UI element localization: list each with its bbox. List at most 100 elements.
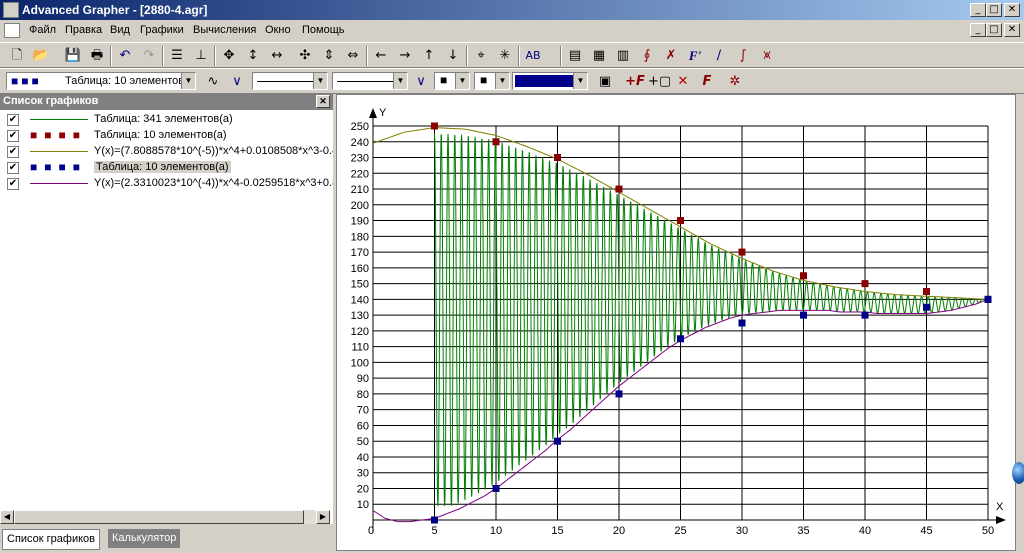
labels-icon[interactable]: AB bbox=[522, 46, 544, 66]
arrow-down-icon[interactable]: ↓ bbox=[442, 46, 464, 66]
v-shape-icon[interactable]: ∨ bbox=[226, 72, 248, 92]
new-icon[interactable]: 🗋 bbox=[6, 46, 28, 66]
menu-window[interactable]: Окно bbox=[265, 24, 291, 36]
roots-icon[interactable]: ∮ bbox=[636, 46, 658, 66]
delete-icon[interactable]: ✕ bbox=[672, 72, 694, 92]
derivative-icon[interactable]: F' bbox=[684, 46, 706, 66]
maximize-button[interactable]: □ bbox=[986, 3, 1002, 17]
intersections-icon[interactable]: ✗ bbox=[660, 46, 682, 66]
graph-list-item[interactable]: ✔ Таблица: 341 элементов(а) bbox=[0, 112, 333, 128]
stretch-vertical-icon[interactable]: ↕ bbox=[242, 46, 264, 66]
doc-close-button[interactable]: ✕ bbox=[1004, 23, 1020, 37]
graph-list-label: Таблица: 341 элементов(а) bbox=[94, 113, 233, 125]
graph-visible-checkbox[interactable]: ✔ bbox=[7, 146, 19, 158]
marker-size-combo[interactable]: ■ ▼ bbox=[474, 72, 510, 90]
graph-list-item[interactable]: ✔ ■■■■ Таблица: 10 элементов(а) bbox=[0, 160, 333, 176]
graph-list-item[interactable]: ✔ Y(x)=(7.8088578*10^(-5))*x^4+0.0108508*… bbox=[0, 144, 338, 160]
print-icon[interactable]: 🖶 bbox=[86, 46, 108, 66]
integral-icon[interactable]: ∫ bbox=[732, 46, 754, 66]
menu-view[interactable]: Вид bbox=[110, 24, 130, 36]
chevron-down-icon[interactable]: ▼ bbox=[573, 73, 587, 89]
sine-wave-icon[interactable]: ∿ bbox=[202, 72, 224, 92]
document-properties-icon[interactable]: ▤ bbox=[564, 46, 586, 66]
marker-combo[interactable]: ■ ▼ bbox=[434, 72, 470, 90]
open-icon[interactable]: 📂 bbox=[30, 46, 52, 66]
chevron-down-icon[interactable]: ▼ bbox=[313, 73, 327, 89]
app-icon[interactable] bbox=[3, 2, 19, 18]
graph-visible-checkbox[interactable]: ✔ bbox=[7, 130, 19, 142]
area-icon[interactable]: ⩙ bbox=[756, 46, 778, 66]
add-function-icon[interactable]: +F bbox=[624, 72, 646, 92]
menu-edit[interactable]: Правка bbox=[65, 24, 102, 36]
compress-vertical-icon[interactable]: ⇕ bbox=[318, 46, 340, 66]
tab-calculator[interactable]: Калькулятор bbox=[108, 529, 181, 548]
menu-calculations[interactable]: Вычисления bbox=[193, 24, 256, 36]
graph-list-label: Таблица: 10 элементов(а) bbox=[94, 129, 227, 141]
edit-function-icon[interactable]: F bbox=[696, 72, 718, 92]
list-icon[interactable]: ☰ bbox=[166, 46, 188, 66]
menu-graphs[interactable]: Графики bbox=[140, 24, 184, 36]
tab-graph-list[interactable]: Список графиков bbox=[2, 529, 100, 550]
minimize-button[interactable]: _ bbox=[970, 3, 986, 17]
data-point-marker bbox=[738, 319, 746, 327]
data-point-marker bbox=[554, 437, 561, 445]
zoom-in-icon[interactable]: ✣ bbox=[294, 46, 316, 66]
graph-list-item[interactable]: ✔ Y(x)=(2.3310023*10^(-4))*x^4-0.0259518*… bbox=[0, 176, 338, 192]
graph-visible-checkbox[interactable]: ✔ bbox=[7, 114, 19, 126]
v-shape-icon[interactable]: ∨ bbox=[410, 72, 432, 92]
properties-icon[interactable]: ▣ bbox=[594, 72, 616, 92]
trace-icon[interactable]: ✲ bbox=[724, 72, 746, 92]
x-tick-label: 10 bbox=[490, 525, 502, 537]
data-point-marker bbox=[800, 272, 807, 280]
globe-icon bbox=[1012, 462, 1024, 484]
x-tick-label: 0 bbox=[368, 525, 374, 537]
doc-restore-button[interactable]: □ bbox=[986, 23, 1002, 37]
y-tick-label: 40 bbox=[357, 452, 369, 464]
chevron-down-icon[interactable]: ▼ bbox=[393, 73, 407, 89]
graph-area[interactable]: Y X 10 20 30 40 50 60 70 80 90 100 110 120 130 140 150 16… bbox=[336, 94, 1016, 551]
calculator-icon[interactable]: ▦ bbox=[588, 46, 610, 66]
graph-visible-checkbox[interactable]: ✔ bbox=[7, 178, 19, 190]
scroll-left-icon[interactable]: ◀ bbox=[0, 510, 14, 524]
graph-list-item[interactable]: ✔ ■■■■ Таблица: 10 элементов(а) bbox=[0, 128, 333, 144]
x-tick-label: 45 bbox=[920, 525, 932, 537]
redo-icon[interactable]: ↷ bbox=[138, 46, 160, 66]
doc-minimize-button[interactable]: _ bbox=[970, 23, 986, 37]
graph-visible-checkbox[interactable]: ✔ bbox=[7, 162, 19, 174]
crosshair-icon[interactable]: ⌖ bbox=[470, 46, 492, 66]
save-icon[interactable]: 💾 bbox=[62, 46, 84, 66]
horizontal-scrollbar[interactable]: ◀ ▶ bbox=[0, 510, 330, 524]
scroll-thumb[interactable] bbox=[14, 510, 304, 524]
data-point-marker bbox=[984, 295, 992, 303]
undo-icon[interactable]: ↶ bbox=[114, 46, 136, 66]
tangent-icon[interactable]: ∕ bbox=[708, 46, 730, 66]
compress-horizontal-icon[interactable]: ⇔ bbox=[342, 46, 364, 66]
window-title: Advanced Grapher - [2880-4.agr] bbox=[22, 3, 208, 17]
arrow-up-icon[interactable]: ↑ bbox=[418, 46, 440, 66]
arrow-right-icon[interactable]: → bbox=[394, 46, 416, 66]
chevron-down-icon[interactable]: ▼ bbox=[455, 73, 469, 89]
line-style-combo[interactable]: ▼ bbox=[252, 72, 328, 90]
data-point-marker bbox=[923, 303, 930, 311]
line-width-combo[interactable]: ▼ bbox=[332, 72, 408, 90]
close-button[interactable]: ✕ bbox=[1004, 3, 1020, 17]
scroll-right-icon[interactable]: ▶ bbox=[316, 510, 330, 524]
line-legend-icon bbox=[30, 183, 88, 184]
table-icon[interactable]: ▥ bbox=[612, 46, 634, 66]
axes-icon[interactable]: ⊥ bbox=[190, 46, 212, 66]
chevron-down-icon[interactable]: ▼ bbox=[495, 73, 509, 89]
move-icon[interactable]: ✥ bbox=[218, 46, 240, 66]
close-icon[interactable]: ✕ bbox=[316, 95, 330, 108]
graph-select-combo[interactable]: ■■■ Таблица: 10 элементов(а) ▼ bbox=[6, 72, 196, 90]
chevron-down-icon[interactable]: ▼ bbox=[181, 73, 195, 89]
stretch-horizontal-icon[interactable]: ↔ bbox=[266, 46, 288, 66]
document-icon[interactable] bbox=[4, 23, 20, 38]
arrow-left-icon[interactable]: ← bbox=[370, 46, 392, 66]
snowflake-icon[interactable]: ✳ bbox=[494, 46, 516, 66]
y-tick-label: 170 bbox=[351, 247, 369, 259]
menu-help[interactable]: Помощь bbox=[302, 24, 345, 36]
add-table-icon[interactable]: +▢ bbox=[648, 72, 671, 92]
color-combo[interactable]: ▼ bbox=[512, 72, 588, 90]
menu-file[interactable]: Файл bbox=[29, 24, 56, 36]
x-tick-label: 40 bbox=[859, 525, 871, 537]
